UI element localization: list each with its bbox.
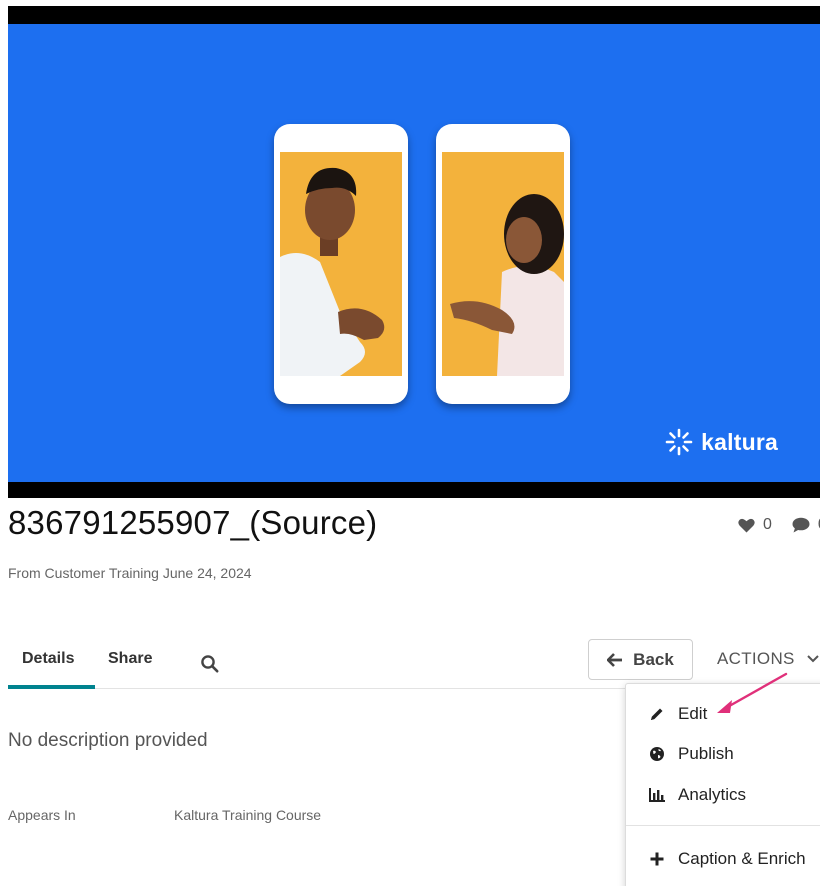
entry-stats: 0 0 — [738, 516, 820, 534]
likes-count: 0 — [763, 516, 772, 533]
active-tab-indicator — [8, 685, 95, 689]
video-thumbnail[interactable]: kaltura — [8, 24, 820, 482]
chevron-down-icon — [806, 655, 819, 663]
menu-item-label: Publish — [678, 744, 734, 763]
bar-chart-icon — [649, 788, 665, 802]
likes-stat[interactable]: 0 — [738, 516, 772, 534]
video-player[interactable]: kaltura — [8, 6, 820, 498]
plus-icon — [650, 852, 664, 866]
search-icon[interactable] — [200, 654, 220, 674]
heart-icon — [738, 518, 755, 532]
phone-screen-woman — [442, 152, 564, 376]
back-button[interactable]: Back — [588, 639, 693, 680]
menu-item-label: Analytics — [678, 785, 747, 804]
comments-stat[interactable]: 0 — [792, 516, 820, 534]
actions-dropdown-button[interactable]: ACTIONS — [717, 649, 819, 669]
entry-description: No description provided — [8, 730, 208, 751]
entry-tabs: Details Share — [8, 640, 820, 689]
back-button-label: Back — [633, 649, 674, 669]
appears-in-label: Appears In — [8, 807, 76, 823]
menu-item-publish[interactable]: Publish — [626, 736, 820, 772]
actions-menu: Edit Publish Analytics Caption & Enrich — [625, 683, 820, 886]
kaltura-burst-icon — [665, 428, 693, 456]
entry-title: 836791255907_(Source) — [8, 504, 378, 541]
entry-subtitle: From Customer Training June 24, 2024 — [8, 565, 252, 581]
arrow-left-icon — [607, 652, 623, 667]
menu-item-caption-enrich[interactable]: Caption & Enrich — [626, 841, 820, 877]
menu-item-analytics[interactable]: Analytics — [626, 777, 820, 813]
menu-item-label: Edit — [678, 704, 708, 723]
kaltura-logo: kaltura — [665, 428, 778, 456]
kaltura-wordmark: kaltura — [701, 428, 778, 455]
appears-in-value[interactable]: Kaltura Training Course — [174, 807, 321, 823]
globe-icon — [650, 747, 664, 761]
phone-illustration-left — [274, 124, 408, 404]
menu-item-edit[interactable]: Edit — [626, 696, 820, 732]
actions-button-label: ACTIONS — [717, 649, 795, 668]
menu-item-label: Caption & Enrich — [678, 849, 806, 868]
tab-share[interactable]: Share — [108, 650, 152, 668]
phone-screen-man — [280, 152, 402, 376]
menu-divider — [626, 825, 820, 826]
comment-icon — [792, 517, 810, 533]
phone-illustration-right — [436, 124, 570, 404]
tab-details[interactable]: Details — [22, 650, 74, 668]
pencil-icon — [651, 708, 663, 720]
